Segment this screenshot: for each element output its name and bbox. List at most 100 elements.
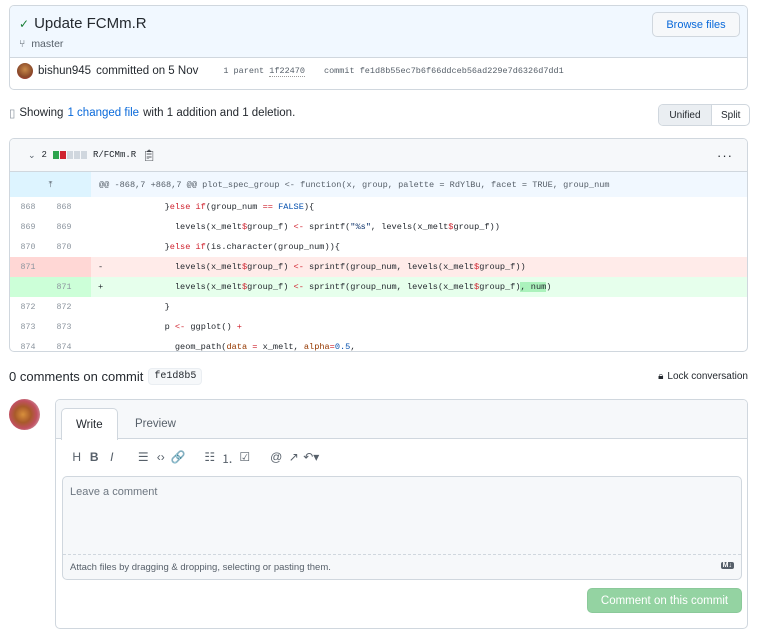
- tab-preview[interactable]: Preview: [121, 408, 190, 440]
- code-token: <-: [174, 322, 186, 332]
- code-token: group_f): [247, 282, 294, 292]
- lock-label: Lock conversation: [667, 371, 748, 382]
- branch-icon: ⑂: [19, 38, 26, 50]
- code-token: ,: [350, 342, 356, 352]
- comments-heading: 0 comments on commit fe1d8b5: [9, 368, 203, 385]
- numbered-list-icon[interactable]: ⒈: [219, 450, 237, 467]
- collapse-chevron-icon[interactable]: ⌄: [28, 150, 36, 161]
- lock-conversation-button[interactable]: 🔒︎ Lock conversation: [658, 371, 748, 382]
- code-token: ){: [303, 202, 315, 212]
- new-line-number[interactable]: 872: [46, 303, 82, 312]
- code-token: (group_num: [205, 202, 263, 212]
- split-button[interactable]: Split: [712, 105, 749, 125]
- tab-write[interactable]: Write: [61, 408, 118, 440]
- hunk-header: ⤒ @@ -868,7 +868,7 @@ plot_spec_group <-…: [10, 172, 747, 197]
- task-list-icon[interactable]: ☑: [236, 450, 254, 467]
- author-avatar[interactable]: [17, 63, 33, 79]
- code-token: levels(x_melt: [113, 222, 242, 232]
- code-token: group_f)): [453, 222, 500, 232]
- diffstat-bars: [52, 151, 87, 159]
- changed-files-link[interactable]: 1 changed file: [67, 107, 139, 119]
- diff-line: 868 868 }else if(group_num == FALSE){: [10, 197, 747, 217]
- browse-files-button[interactable]: Browse files: [652, 12, 740, 37]
- hunk-text: @@ -868,7 +868,7 @@ plot_spec_group <- f…: [99, 179, 610, 190]
- new-line-number[interactable]: 873: [46, 323, 82, 332]
- new-line-number[interactable]: 871: [46, 283, 82, 292]
- diff-line: 873 873 p <- ggplot() +: [10, 317, 747, 337]
- heading-icon[interactable]: H: [68, 450, 86, 467]
- old-line-number[interactable]: 868: [10, 203, 46, 212]
- diff-line: 874 874 geom_path(data = x_melt, alpha=0.…: [10, 337, 747, 352]
- code-token: group_f)): [479, 262, 526, 272]
- new-line-number[interactable]: 870: [46, 243, 82, 252]
- new-line-number[interactable]: 874: [46, 343, 82, 352]
- code-token: sprintf(: [303, 222, 351, 232]
- code-token: "%s": [350, 222, 371, 232]
- old-line-number[interactable]: 872: [10, 303, 46, 312]
- file-path[interactable]: R/FCMm.R: [93, 150, 136, 160]
- branch-name[interactable]: master: [31, 38, 63, 50]
- diff-view-toggle: Unified Split: [658, 104, 751, 126]
- diff-summary: ▯ Showing 1 changed file with 1 addition…: [9, 106, 295, 120]
- more-options-icon[interactable]: ···: [717, 148, 733, 163]
- old-line-number[interactable]: 873: [10, 323, 46, 332]
- reply-icon[interactable]: ↶▾: [303, 450, 321, 467]
- code: }: [113, 302, 170, 312]
- markdown-icon[interactable]: M↓: [720, 562, 734, 569]
- commit-short-sha: fe1d8b5: [148, 368, 203, 385]
- code: p <- ggplot() +: [113, 322, 242, 332]
- comment-textarea[interactable]: Leave a comment Attach files by dragging…: [62, 476, 742, 580]
- unified-button[interactable]: Unified: [659, 105, 712, 125]
- italic-icon[interactable]: I: [103, 450, 121, 467]
- lock-icon: 🔒︎: [658, 371, 664, 382]
- user-avatar: [9, 399, 40, 430]
- cross-reference-icon[interactable]: ↗: [285, 450, 303, 467]
- code-token: <-: [293, 282, 304, 292]
- old-line-number[interactable]: 869: [10, 223, 46, 232]
- new-line-number[interactable]: 868: [46, 203, 82, 212]
- code-token: ggplot(): [185, 322, 237, 332]
- expand-up-icon[interactable]: ⤒: [49, 180, 53, 190]
- code-token: +: [236, 322, 242, 332]
- comment-placeholder: Leave a comment: [70, 486, 158, 498]
- code-token: group_f): [247, 222, 294, 232]
- comments-heading-text: 0 comments on commit: [9, 369, 144, 384]
- bulleted-list-icon[interactable]: ☷: [201, 450, 219, 467]
- summary-suffix: with 1 addition and 1 deletion.: [143, 107, 296, 119]
- author-name[interactable]: bishun945: [38, 65, 91, 77]
- diff-line: 871 + levels(x_melt$group_f) <- sprintf(g…: [10, 277, 747, 297]
- copy-icon[interactable]: 📋︎: [142, 149, 156, 162]
- code-icon[interactable]: ‹›: [152, 450, 170, 467]
- code-token: alpha: [303, 342, 330, 352]
- attach-files-area[interactable]: Attach files by dragging & dropping, sel…: [63, 554, 741, 579]
- code-token: levels(x_melt: [113, 262, 242, 272]
- quote-icon[interactable]: ☰: [135, 450, 153, 467]
- mention-icon[interactable]: @: [268, 450, 286, 467]
- old-line-number[interactable]: 870: [10, 243, 46, 252]
- code-token: }: [113, 202, 170, 212]
- bold-icon[interactable]: B: [86, 450, 104, 467]
- code-token: 0.5: [334, 342, 351, 352]
- new-line-number[interactable]: 869: [46, 223, 82, 232]
- link-icon[interactable]: 🔗: [170, 450, 188, 467]
- parent-sha-link[interactable]: 1f22470: [269, 66, 305, 77]
- code-token: group_f): [479, 282, 521, 292]
- diff-line: 872 872 }: [10, 297, 747, 317]
- code: levels(x_melt$group_f) <- sprintf(group_…: [113, 262, 526, 272]
- file-diff: ⌄ 2 R/FCMm.R 📋︎ ··· ⤒ @@ -868,7 +868,7 @…: [9, 138, 748, 352]
- old-line-number[interactable]: 874: [10, 343, 46, 352]
- code-token: else if: [169, 202, 206, 212]
- code-token: }: [113, 242, 170, 252]
- code-token: data: [226, 342, 248, 352]
- markdown-toolbar: H B I ☰ ‹› 🔗 ☷ ⒈ ☑ @ ↗ ↶▾: [68, 450, 320, 467]
- old-line-number[interactable]: 871: [10, 263, 46, 272]
- code: }else if(is.character(group_num)){: [113, 242, 340, 252]
- committed-text: committed on 5 Nov: [96, 65, 199, 77]
- diff-sign: -: [98, 262, 104, 272]
- code-token: ): [546, 282, 552, 292]
- change-count: 2: [41, 150, 47, 160]
- comment-submit-button[interactable]: Comment on this commit: [587, 588, 742, 613]
- code-token: group_f): [247, 262, 294, 272]
- diff-line: 870 870 }else if(is.character(group_num))…: [10, 237, 747, 257]
- code-token: levels(x_melt: [113, 282, 242, 292]
